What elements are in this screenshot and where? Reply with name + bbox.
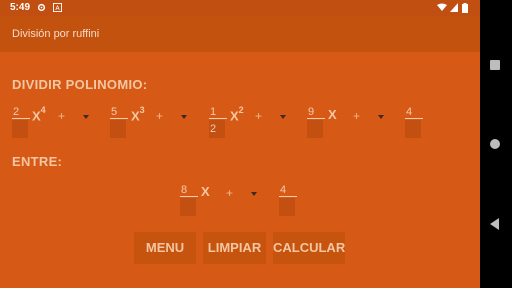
divisor-sign-dropdown[interactable] xyxy=(251,192,257,196)
coefficient-input-x3[interactable]: 5 xyxy=(110,106,128,140)
coefficient-value: 5 xyxy=(110,106,128,119)
calculate-button[interactable]: CALCULAR xyxy=(273,232,345,264)
sign-dropdown[interactable] xyxy=(181,115,187,119)
divisor-operator: + xyxy=(226,186,234,200)
coefficient-value: 8 xyxy=(180,184,198,197)
coefficient-input-x2[interactable]: 1 2 xyxy=(209,106,227,140)
divisor-constant-input[interactable]: 4 xyxy=(279,184,297,218)
operator-plus: + xyxy=(58,109,66,123)
operator-plus: + xyxy=(353,109,361,123)
divisor-label: ENTRE: xyxy=(12,154,63,169)
battery-icon xyxy=(462,3,468,16)
sign-dropdown[interactable] xyxy=(378,115,384,119)
denominator-field[interactable] xyxy=(180,198,196,216)
variable-x1: X xyxy=(328,107,337,122)
variable-x4: X4 xyxy=(32,105,46,124)
denominator-field[interactable] xyxy=(110,120,126,138)
denominator-field[interactable] xyxy=(307,120,323,138)
denominator-field[interactable] xyxy=(405,120,421,138)
coefficient-value: 2 xyxy=(12,106,30,119)
denominator-value: 2 xyxy=(210,123,217,135)
coefficient-input-x1[interactable]: 9 xyxy=(307,106,325,140)
divisor-variable: X xyxy=(201,184,210,199)
variable-x2: X2 xyxy=(230,105,244,124)
coefficient-value: 9 xyxy=(307,106,325,119)
coefficient-input-x4[interactable]: 2 xyxy=(12,106,30,140)
variable-x3: X3 xyxy=(131,105,145,124)
constant-value: 4 xyxy=(279,184,297,197)
dividend-label: DIVIDIR POLINOMIO: xyxy=(12,77,148,92)
divisor-coefficient-input[interactable]: 8 xyxy=(180,184,198,218)
gear-icon xyxy=(37,3,46,15)
constant-input[interactable]: 4 xyxy=(405,106,423,140)
operator-plus: + xyxy=(156,109,164,123)
denominator-field[interactable] xyxy=(12,120,28,138)
back-icon[interactable] xyxy=(490,218,499,230)
denominator-field[interactable] xyxy=(279,198,295,216)
sign-dropdown[interactable] xyxy=(280,115,286,119)
signal-icon xyxy=(450,3,458,15)
numerator-value: 1 xyxy=(209,106,227,119)
home-icon[interactable] xyxy=(490,139,500,149)
recents-icon[interactable] xyxy=(490,60,500,70)
a-icon: A xyxy=(53,3,62,15)
status-time: 5:49 xyxy=(10,2,31,13)
svg-text:A: A xyxy=(55,5,60,12)
app-screen: 5:49 A División por ruffini DIVIDIR POLI… xyxy=(0,0,480,288)
menu-button[interactable]: MENU xyxy=(134,232,196,264)
wifi-icon xyxy=(437,3,447,15)
app-title: División por ruffini xyxy=(12,28,100,40)
operator-plus: + xyxy=(255,109,263,123)
clear-button[interactable]: LIMPIAR xyxy=(203,232,266,264)
constant-value: 4 xyxy=(405,106,423,119)
sign-dropdown[interactable] xyxy=(83,115,89,119)
app-bar: División por ruffini xyxy=(0,16,480,52)
status-bar: 5:49 A xyxy=(0,0,480,16)
